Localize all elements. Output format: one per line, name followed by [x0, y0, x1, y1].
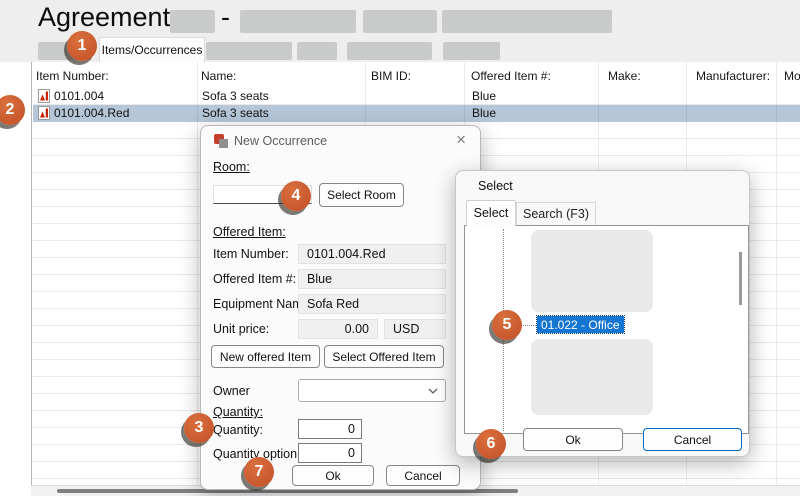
app-icon	[214, 134, 228, 148]
cell-item-number: 0101.004.Red	[54, 106, 129, 120]
quantity-input[interactable]	[298, 419, 362, 439]
callout-badge-2: 2	[0, 95, 25, 125]
redacted-text	[442, 10, 612, 33]
callout-badge-1: 1	[67, 31, 97, 61]
redacted-tab[interactable]	[297, 42, 337, 60]
column-header-make[interactable]: Make:	[608, 69, 641, 83]
callout-badge-7: 7	[244, 457, 274, 487]
owner-dropdown[interactable]	[298, 379, 446, 402]
item-number-label: Item Number:	[213, 247, 289, 261]
callout-badge-5: 5	[492, 310, 522, 340]
column-header-bim-id[interactable]: BIM ID:	[371, 69, 411, 83]
table-row-selected[interactable]: 0101.004.Red Sofa 3 seats Blue	[33, 105, 800, 122]
column-divider[interactable]	[776, 62, 777, 485]
quantity-label: Quantity:	[213, 423, 263, 437]
redacted-tree-item[interactable]	[531, 230, 653, 312]
cell-offered-item: Blue	[472, 89, 496, 103]
item-number-field[interactable]: 0101.004.Red	[298, 244, 446, 264]
unit-price-field[interactable]: 0.00	[298, 319, 378, 339]
offered-item-number-label: Offered Item #:	[213, 272, 296, 286]
quantity-section-label: Quantity:	[213, 405, 263, 419]
column-header-manufacturer[interactable]: Manufacturer:	[696, 69, 770, 83]
redacted-tab[interactable]	[347, 42, 432, 60]
tree-item-selected[interactable]: 01.022 - Office	[537, 316, 624, 333]
owner-label: Owner	[213, 384, 250, 398]
tab-search[interactable]: Search (F3)	[516, 202, 596, 226]
vertical-scrollbar-thumb[interactable]	[739, 252, 742, 305]
new-offered-item-button[interactable]: New offered Item	[211, 345, 320, 368]
redacted-agreement-name	[240, 10, 356, 33]
unit-price-label: Unit price:	[213, 322, 269, 336]
column-header-model[interactable]: Mo	[784, 69, 800, 83]
dialog-title: Select	[478, 179, 513, 193]
select-room-button[interactable]: Select Room	[319, 183, 404, 207]
cancel-button[interactable]: Cancel	[643, 428, 742, 451]
cell-offered-item: Blue	[472, 106, 496, 120]
ok-button[interactable]: Ok	[523, 428, 623, 451]
cancel-button[interactable]: Cancel	[386, 465, 460, 486]
callout-badge-3: 3	[184, 413, 214, 443]
cell-item-number: 0101.004	[54, 89, 104, 103]
offered-item-section-label: Offered Item:	[213, 225, 286, 239]
currency-field[interactable]: USD	[384, 319, 446, 339]
callout-badge-6: 6	[476, 429, 506, 459]
select-offered-item-button[interactable]: Select Offered Item	[324, 345, 444, 368]
dialog-title: New Occurrence	[234, 134, 327, 148]
page-title: Agreement:	[38, 2, 178, 33]
ok-button[interactable]: Ok	[292, 465, 374, 486]
new-occurrence-dialog: New Occurrence × Room: Select Room Offer…	[200, 125, 481, 490]
redacted-tab[interactable]	[206, 42, 292, 60]
column-header-item-number[interactable]: Item Number:	[36, 69, 109, 83]
equipment-name-field[interactable]: Sofa Red	[298, 294, 446, 314]
chevron-down-icon	[428, 388, 438, 394]
title-separator: -	[221, 2, 230, 33]
offered-item-number-field[interactable]: Blue	[298, 269, 446, 289]
redacted-agreement-number	[170, 10, 215, 33]
redacted-tree-item[interactable]	[531, 339, 653, 415]
room-label: Room:	[213, 160, 250, 174]
report-icon	[38, 106, 50, 125]
column-header-offered-item[interactable]: Offered Item #:	[471, 69, 551, 83]
cell-name: Sofa 3 seats	[202, 89, 269, 103]
close-icon[interactable]: ×	[456, 130, 466, 150]
redacted-tab[interactable]	[443, 42, 500, 60]
redacted-text	[363, 10, 437, 33]
quantity-option-input[interactable]	[298, 443, 362, 463]
tab-select[interactable]: Select	[466, 200, 516, 226]
tab-items-occurrences[interactable]: Items/Occurrences	[99, 37, 205, 62]
table-row[interactable]: 0101.004 Sofa 3 seats Blue	[33, 88, 800, 105]
column-header-name[interactable]: Name:	[201, 69, 236, 83]
cell-name: Sofa 3 seats	[202, 106, 269, 120]
callout-badge-4: 4	[281, 181, 311, 211]
top-bar: Agreement: - Items/Occurrences	[0, 0, 800, 62]
